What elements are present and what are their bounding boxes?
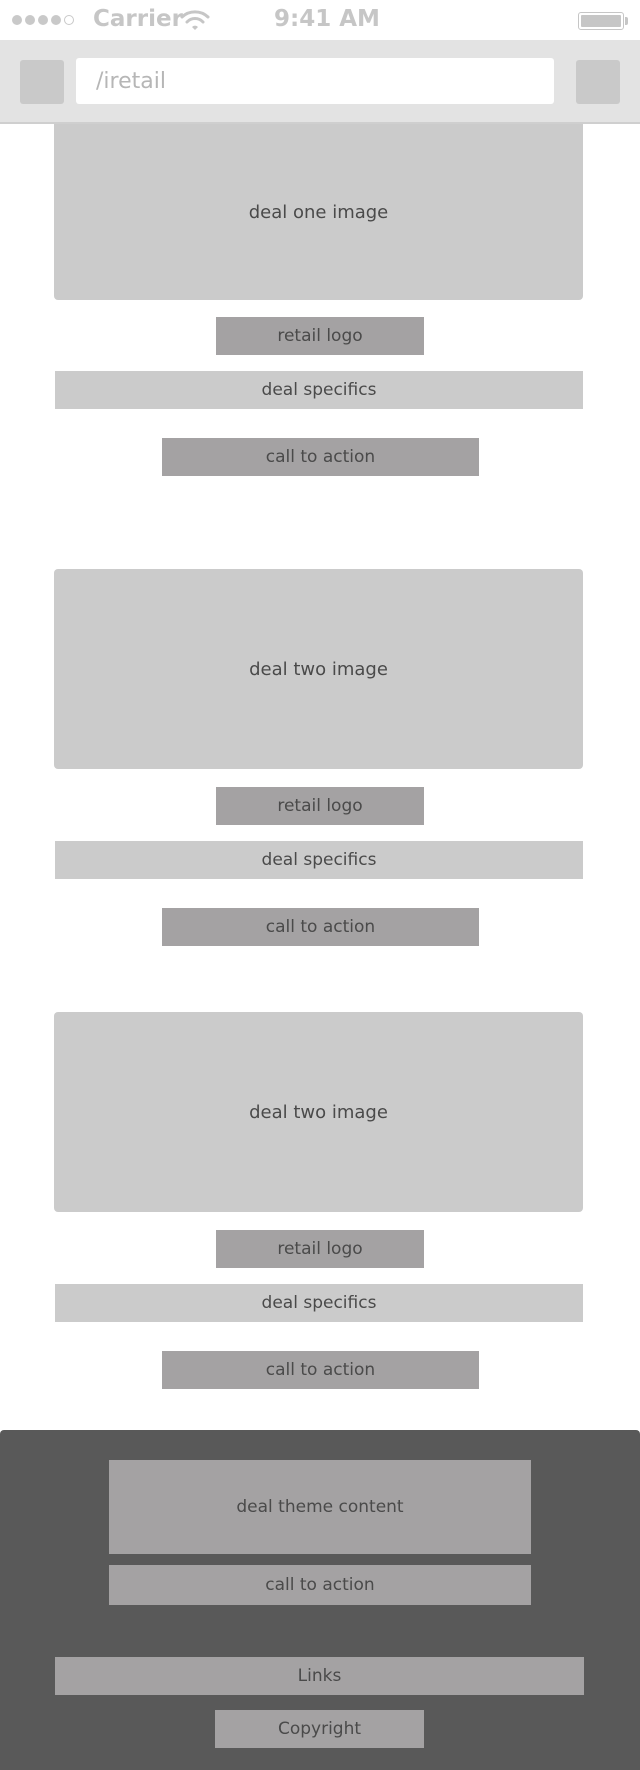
footer-call-to-action-label: call to action bbox=[265, 1575, 375, 1595]
battery-icon bbox=[578, 12, 624, 30]
copyright-label: Copyright bbox=[277, 1719, 362, 1739]
url-bar[interactable]: /iretail bbox=[76, 58, 554, 104]
retail-logo-label: retail logo bbox=[277, 326, 363, 346]
back-button[interactable] bbox=[20, 60, 64, 104]
call-to-action-button[interactable]: call to action bbox=[162, 438, 479, 476]
footer-links-label: Links bbox=[297, 1666, 342, 1686]
signal-dots-icon bbox=[12, 15, 74, 25]
retail-logo-label: retail logo bbox=[277, 1239, 363, 1259]
browser-bar: /iretail bbox=[0, 40, 640, 124]
footer-call-to-action-button[interactable]: call to action bbox=[109, 1565, 531, 1605]
carrier-label: Carrier bbox=[93, 6, 183, 32]
retail-logo-label: retail logo bbox=[277, 796, 363, 816]
status-bar: Carrier 9:41 AM bbox=[0, 0, 640, 40]
deal-image[interactable]: deal two image bbox=[54, 1012, 583, 1212]
deal-specifics: deal specifics bbox=[55, 1284, 583, 1322]
signal-dot-empty bbox=[64, 15, 74, 25]
retail-logo[interactable]: retail logo bbox=[216, 787, 424, 825]
footer: deal theme content call to action Links … bbox=[0, 1430, 640, 1770]
battery-tip bbox=[625, 17, 628, 25]
deal-specifics: deal specifics bbox=[55, 371, 583, 409]
wifi-icon bbox=[180, 10, 210, 30]
footer-links[interactable]: Links bbox=[55, 1657, 584, 1695]
retail-logo[interactable]: retail logo bbox=[216, 317, 424, 355]
deal-image-label: deal one image bbox=[248, 201, 389, 223]
menu-button[interactable] bbox=[576, 60, 620, 104]
call-to-action-button[interactable]: call to action bbox=[162, 908, 479, 946]
signal-dot bbox=[25, 15, 35, 25]
deal-image[interactable]: deal one image bbox=[54, 124, 583, 300]
deal-specifics-label: deal specifics bbox=[261, 380, 377, 400]
deal-theme-content[interactable]: deal theme content bbox=[109, 1460, 531, 1554]
call-to-action-label: call to action bbox=[265, 917, 376, 937]
call-to-action-button[interactable]: call to action bbox=[162, 1351, 479, 1389]
retail-logo[interactable]: retail logo bbox=[216, 1230, 424, 1268]
url-text: /iretail bbox=[96, 68, 166, 94]
call-to-action-label: call to action bbox=[265, 447, 376, 467]
deal-image-label: deal two image bbox=[249, 1101, 388, 1123]
signal-dot bbox=[51, 15, 61, 25]
deal-specifics-label: deal specifics bbox=[261, 1293, 377, 1313]
copyright: Copyright bbox=[215, 1710, 424, 1748]
deal-theme-content-label: deal theme content bbox=[236, 1497, 404, 1517]
deal-image[interactable]: deal two image bbox=[54, 569, 583, 769]
deal-specifics: deal specifics bbox=[55, 841, 583, 879]
deal-image-label: deal two image bbox=[249, 658, 388, 680]
signal-dot bbox=[12, 15, 22, 25]
call-to-action-label: call to action bbox=[265, 1360, 376, 1380]
signal-dot bbox=[38, 15, 48, 25]
clock-time: 9:41 AM bbox=[274, 6, 380, 32]
deal-specifics-label: deal specifics bbox=[261, 850, 377, 870]
